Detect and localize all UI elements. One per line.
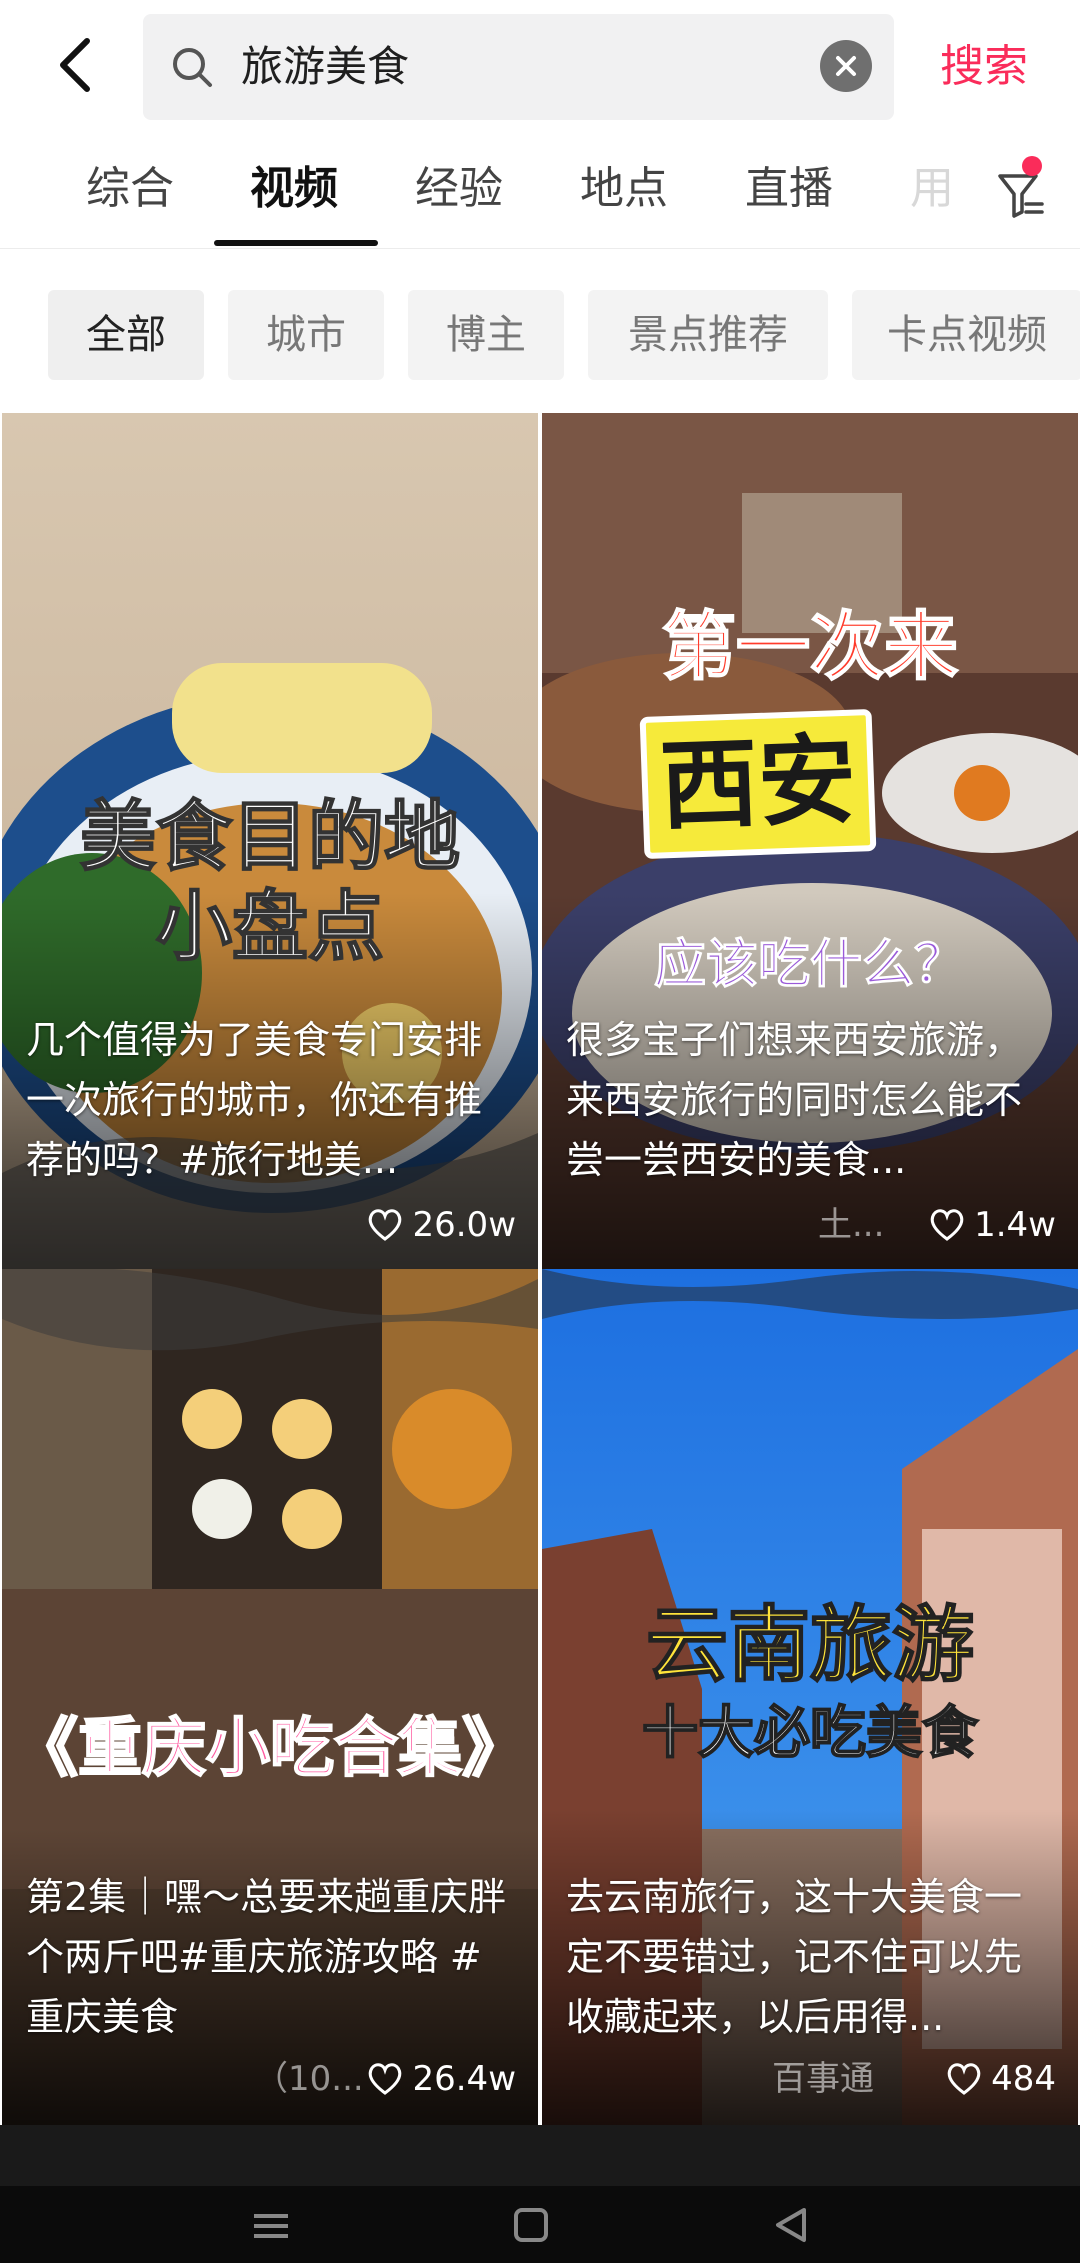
top-search-bar: 旅游美食 搜索 [0, 0, 1080, 140]
card-overlay-subtitle: 小盘点 [155, 882, 385, 972]
heart-icon [369, 1209, 402, 1241]
tab-videos[interactable]: 视频 [250, 158, 338, 220]
chip-attractions[interactable]: 景点推荐 [588, 290, 828, 380]
chip-beat-videos[interactable]: 卡点视频 [852, 290, 1080, 380]
card-author: 土... [818, 1205, 885, 1245]
card-overlay-title: 《重庆小吃合集》 [13, 1711, 527, 1787]
menu-icon[interactable] [246, 2202, 296, 2248]
card-overlay-city: 西安 [639, 708, 877, 860]
system-navigation-bar [0, 2186, 1080, 2263]
notification-dot [1022, 156, 1042, 176]
card-description: 第2集｜嘿～总要来趟重庆胖个两斤吧#重庆旅游攻略 #重庆美食 [26, 1875, 507, 2039]
heart-icon [930, 1209, 964, 1241]
tab-places[interactable]: 地点 [580, 158, 668, 220]
like-count: 26.4w [412, 2059, 516, 2099]
heart-icon [947, 2063, 981, 2095]
search-icon [173, 48, 212, 87]
card-likes[interactable]: 1.4w [928, 1203, 1056, 1247]
card-author: 百事通 [772, 2059, 874, 2099]
chip-city[interactable]: 城市 [228, 290, 384, 380]
filter-chips: 全部 城市 博主 景点推荐 卡点视频 [0, 290, 1080, 380]
card-description: 几个值得为了美食专门安排一次旅行的城市，你还有推荐的吗？#旅行地美... [26, 1018, 483, 1182]
video-card-xian[interactable]: 第一次来 西安 应该吃什么？ 很多宝子们想来西安旅游，来西安旅行的同时怎么能不尝… [542, 413, 1078, 1269]
search-query-text: 旅游美食 [241, 42, 410, 91]
search-button[interactable]: 搜索 [940, 38, 1028, 96]
card-likes[interactable]: 484 [945, 2057, 1056, 2101]
tab-experience[interactable]: 经验 [415, 158, 503, 220]
active-tab-indicator [214, 240, 378, 246]
video-card-yunnan[interactable]: 云南旅游 十大必吃美食 去云南旅行，这十大美食一定不要错过，记不住可以先收藏起来… [542, 1269, 1078, 2125]
like-count: 1.4w [974, 1205, 1056, 1245]
heart-icon [369, 2063, 402, 2095]
clear-search-button[interactable] [820, 40, 872, 92]
card-likes[interactable]: 26.0w [366, 1203, 516, 1247]
card-overlay-title: 美食目的地 [79, 792, 461, 882]
tab-general[interactable]: 综合 [86, 158, 174, 220]
next-row-preview [0, 2125, 1080, 2186]
card-author: （10... [254, 2059, 364, 2099]
video-card-chongqing[interactable]: 《重庆小吃合集》 第2集｜嘿～总要来趟重庆胖个两斤吧#重庆旅游攻略 #重庆美食 … [2, 1269, 538, 2125]
tab-live[interactable]: 直播 [745, 158, 833, 220]
tab-users[interactable]: 用 [910, 158, 954, 220]
close-icon [836, 56, 856, 76]
home-icon[interactable] [506, 2202, 556, 2248]
chevron-left-icon [60, 38, 90, 92]
chip-blogger[interactable]: 博主 [408, 290, 564, 380]
like-count: 26.0w [412, 1205, 516, 1245]
back-nav-icon[interactable] [766, 2202, 816, 2248]
back-button[interactable] [40, 30, 110, 100]
card-overlay-title: 第一次来 [661, 603, 959, 691]
chip-all[interactable]: 全部 [48, 290, 204, 380]
card-likes[interactable]: 26.4w [366, 2057, 516, 2101]
like-count: 484 [991, 2059, 1056, 2099]
search-input[interactable]: 旅游美食 [143, 14, 894, 120]
card-overlay-subtitle: 十大必吃美食 [641, 1700, 979, 1767]
card-description: 很多宝子们想来西安旅游，来西安旅行的同时怎么能不尝一尝西安的美食... [566, 1018, 1023, 1182]
card-description: 去云南旅行，这十大美食一定不要错过，记不住可以先收藏起来，以后用得... [566, 1875, 1023, 2039]
card-overlay-question: 应该吃什么？ [653, 935, 966, 996]
result-tabs: 综合 视频 经验 地点 直播 用 [0, 148, 1080, 249]
filter-icon[interactable] [996, 166, 1046, 222]
card-overlay-title: 云南旅游 [645, 1598, 975, 1694]
video-card-food-destinations[interactable]: 美食目的地 小盘点 几个值得为了美食专门安排一次旅行的城市，你还有推荐的吗？#旅… [2, 413, 538, 1269]
